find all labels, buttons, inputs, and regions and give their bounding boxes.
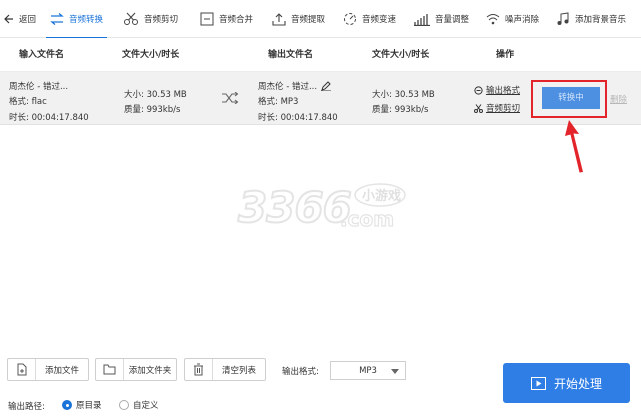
input-file-name: 周杰伦 - 错过... [9, 82, 69, 92]
output-quality: 质量: 993kb/s [372, 105, 429, 115]
tab-audio-convert[interactable]: 音频转换 [45, 0, 108, 39]
audio-cut-link[interactable]: 音频剪切 [474, 102, 520, 114]
shuffle-arrows-icon [222, 92, 239, 104]
tab-label: 音频提取 [291, 15, 326, 25]
output-size: 大小: 30.53 MB [372, 90, 435, 100]
merge-icon [200, 12, 214, 26]
output-format-label: 输出格式: [282, 367, 319, 377]
back-button[interactable]: 返回 [4, 0, 36, 38]
tab-volume-adjust[interactable]: 音量调整 [414, 0, 469, 38]
tab-label: 音频转换 [69, 15, 104, 25]
add-folder-label: 添加文件夹 [128, 365, 172, 376]
play-icon [530, 376, 546, 390]
format-gear-icon [474, 85, 483, 95]
header-output-name: 输出文件名 [268, 50, 314, 60]
radio-checked-icon [62, 400, 72, 410]
table-header: 输入文件名 文件大小/时长 输出文件名 文件大小/时长 操作 [0, 38, 641, 72]
radio-custom-label: 自定义 [133, 401, 159, 411]
output-format-select[interactable]: MP3 [330, 361, 406, 380]
tab-label: 音频合并 [219, 15, 254, 25]
scissors-icon [474, 103, 483, 113]
watermark-domain: .com [340, 207, 394, 231]
tab-label: 音频变速 [362, 15, 397, 25]
radio-custom-dir[interactable]: 自定义 [119, 399, 159, 411]
tab-noise-removal[interactable]: 噪声消除 [486, 0, 539, 38]
input-quality: 质量: 993kb/s [124, 105, 181, 115]
toolbar: 返回 音频转换 音频剪切 音频合并 音频提取 音频变速 音量调整 噪声消除 添加… [0, 0, 641, 39]
output-path-label: 输出路径: [8, 402, 45, 412]
tab-add-bgm[interactable]: 添加背景音乐 [556, 0, 626, 38]
volume-bars-icon [414, 14, 430, 26]
add-folder-icon [96, 359, 124, 380]
tab-label: 噪声消除 [505, 15, 540, 25]
scissors-icon [124, 12, 138, 25]
output-file-name: 周杰伦 - 错过... [258, 82, 318, 92]
header-output-size: 文件大小/时长 [372, 50, 430, 60]
edit-pencil-icon[interactable] [321, 81, 332, 91]
watermark-digits: 3366 [238, 183, 351, 232]
speed-icon [344, 13, 356, 25]
trash-icon [185, 359, 213, 380]
radio-original-dir[interactable]: 原目录 [62, 399, 102, 411]
chevron-down-icon [391, 369, 399, 374]
tab-audio-speed[interactable]: 音频变速 [343, 0, 396, 38]
tab-audio-cut[interactable]: 音频剪切 [123, 0, 178, 38]
tab-label: 音频剪切 [144, 15, 179, 25]
output-file-name-cell[interactable]: 周杰伦 - 错过... [258, 80, 332, 92]
add-file-label: 添加文件 [44, 365, 79, 376]
output-format-value: MP3 [359, 365, 377, 376]
clear-list-label: 清空列表 [221, 365, 256, 376]
tab-label: 音量调整 [435, 15, 470, 25]
header-input-size: 文件大小/时长 [122, 50, 180, 60]
add-folder-button[interactable]: 添加文件夹 [95, 358, 177, 381]
red-annotation-arrow [565, 120, 583, 173]
start-processing-button[interactable]: 开始处理 [503, 363, 630, 403]
audio-cut-link-label: 音频剪切 [486, 104, 521, 114]
output-format-link-label: 输出格式 [486, 86, 521, 96]
music-note-icon [557, 12, 569, 25]
input-duration: 时长: 00:04:17.840 [9, 113, 89, 123]
header-actions: 操作 [496, 50, 515, 60]
start-processing-label: 开始处理 [553, 376, 602, 391]
convert-icon [50, 13, 64, 25]
tab-label: 添加背景音乐 [575, 15, 627, 25]
output-format-link[interactable]: 输出格式 [474, 84, 520, 96]
header-input-name: 输入文件名 [19, 50, 65, 60]
input-size: 大小: 30.53 MB [124, 90, 187, 100]
output-duration: 时长: 00:04:17.840 [258, 113, 338, 123]
watermark-small: 小游戏 [362, 188, 401, 204]
tab-audio-merge[interactable]: 音频合并 [200, 0, 253, 38]
input-format: 格式: flac [9, 97, 47, 107]
extract-icon [272, 13, 286, 26]
add-file-button[interactable]: 添加文件 [7, 358, 89, 381]
radio-unchecked-icon [119, 400, 129, 410]
clear-list-button[interactable]: 清空列表 [184, 358, 266, 381]
output-format: 格式: MP3 [258, 97, 299, 107]
back-label: 返回 [19, 15, 37, 25]
tab-audio-extract[interactable]: 音频提取 [272, 0, 325, 38]
highlight-box [531, 80, 607, 118]
radio-original-label: 原目录 [76, 401, 102, 411]
add-file-icon [8, 359, 36, 380]
back-arrow-icon [4, 14, 13, 24]
noise-icon [486, 14, 500, 25]
delete-link[interactable]: 删除 [610, 93, 627, 105]
3366-watermark-logo: 3366 小游戏 .com [237, 182, 406, 232]
